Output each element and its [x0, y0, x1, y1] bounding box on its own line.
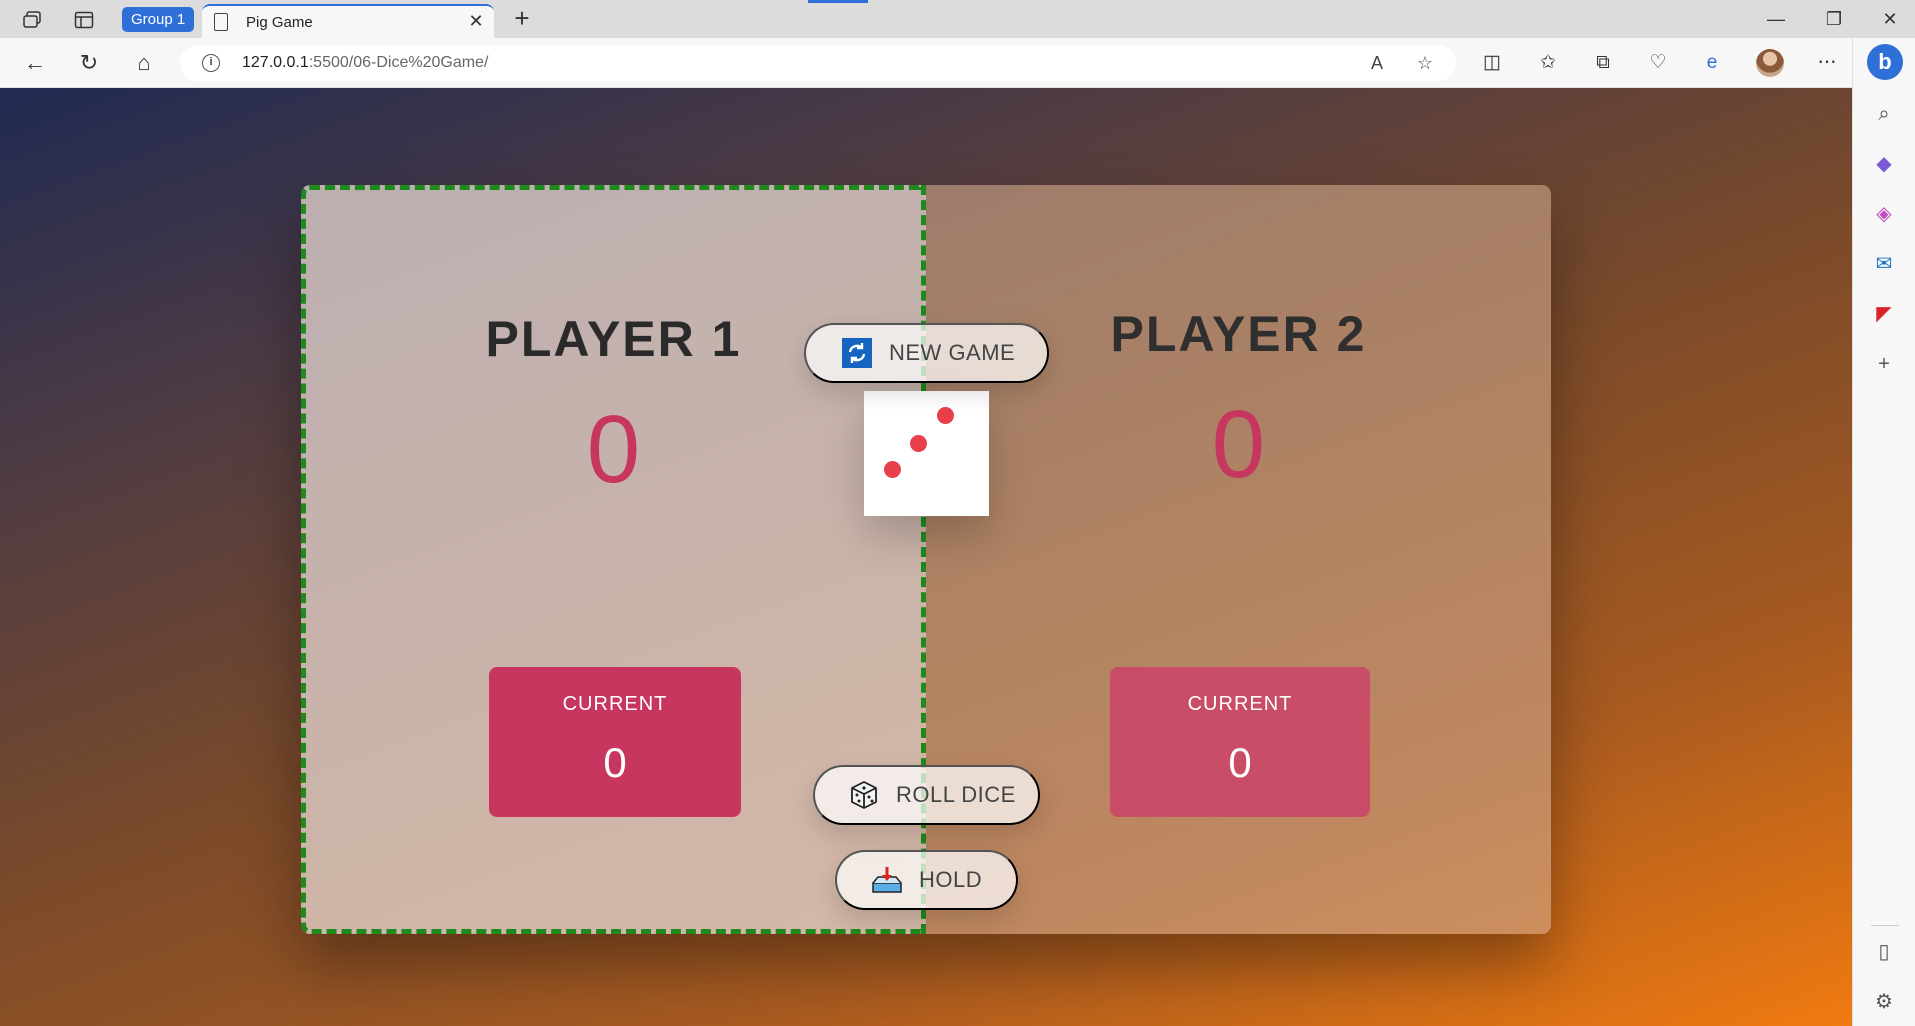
address-bar[interactable]: i 127.0.0.1:5500/06-Dice%20Game/ A ☆ [180, 45, 1456, 81]
minimize-icon[interactable]: — [1762, 6, 1790, 32]
internet-explorer-mode-icon[interactable]: e [1698, 49, 1726, 77]
refresh-icon [840, 336, 874, 370]
player-2-current-score: 0 [1228, 739, 1252, 786]
dice-pip [910, 435, 927, 452]
url-host: 127.0.0.1 [242, 54, 309, 71]
new-game-button[interactable]: NEW GAME [804, 323, 1049, 383]
edge-sidebar: b ⌕ ◆ ◈ ✉ ◤ + ▯ ⚙ [1852, 38, 1915, 1026]
hold-label: HOLD [919, 867, 983, 892]
inbox-tray-icon [870, 863, 904, 897]
url-text[interactable]: 127.0.0.1:5500/06-Dice%20Game/ [242, 54, 488, 72]
site-info-icon[interactable]: i [202, 54, 220, 72]
player-2-current-box: CURRENT 0 [1110, 667, 1370, 817]
new-tab-button[interactable]: + [510, 3, 534, 33]
back-icon[interactable]: ← [20, 49, 50, 77]
hide-sidebar-icon[interactable]: ▯ [1870, 938, 1898, 966]
add-sidebar-app-icon[interactable]: + [1870, 350, 1898, 378]
loading-strip [808, 0, 868, 3]
sidebar-divider [1871, 925, 1899, 926]
profile-avatar[interactable] [1756, 49, 1784, 77]
split-screen-icon[interactable]: ◫ [1478, 49, 1506, 77]
new-game-label: NEW GAME [889, 340, 1016, 365]
roll-dice-button[interactable]: ROLL DICE [813, 765, 1040, 825]
dice-pip [884, 461, 901, 478]
office-icon[interactable]: ◈ [1870, 200, 1898, 228]
read-aloud-icon[interactable]: A [1364, 51, 1390, 75]
search-icon[interactable]: ⌕ [1870, 100, 1898, 128]
page-viewport: PLAYER 1 0 CURRENT 0 PLAYER 2 0 CURRENT … [0, 88, 1852, 1026]
player-2-current-label: CURRENT [1187, 693, 1293, 715]
favorites-icon[interactable]: ✩ [1534, 49, 1562, 77]
page-icon [214, 13, 228, 31]
home-icon[interactable]: ⌂ [129, 49, 159, 77]
drop-icon[interactable]: ◤ [1870, 300, 1898, 328]
dice-face [864, 391, 989, 516]
player-1-score: 0 [586, 396, 641, 503]
player-1-current-score: 0 [603, 739, 627, 786]
shopping-tag-icon[interactable]: ◆ [1870, 150, 1898, 178]
collections-icon[interactable]: ⧉ [1589, 49, 1617, 77]
close-window-icon[interactable]: ✕ [1876, 6, 1904, 32]
hold-button[interactable]: HOLD [835, 850, 1018, 910]
player-2-score: 0 [1211, 391, 1266, 498]
url-path: :5500/06-Dice%20Game/ [308, 54, 489, 71]
player-1-current-label: CURRENT [562, 693, 668, 715]
browser-essentials-icon[interactable]: ♡ [1644, 49, 1672, 77]
bing-copilot-icon[interactable]: b [1867, 44, 1903, 80]
tab-close-icon[interactable]: ✕ [466, 11, 486, 31]
player-1-current-box: CURRENT 0 [489, 667, 741, 817]
tab-title: Pig Game [246, 14, 313, 31]
roll-dice-label: ROLL DICE [896, 782, 1016, 807]
restore-icon[interactable]: ❐ [1820, 6, 1848, 32]
more-options-icon[interactable]: ⋯ [1813, 49, 1841, 77]
tab-bar: Group 1 Pig Game ✕ + — ❐ ✕ [0, 0, 1915, 38]
pig-game-board: PLAYER 1 0 CURRENT 0 PLAYER 2 0 CURRENT … [301, 185, 1551, 934]
settings-gear-icon[interactable]: ⚙ [1870, 988, 1898, 1016]
tab-pig-game[interactable]: Pig Game ✕ [202, 4, 494, 38]
refresh-icon[interactable]: ↻ [74, 49, 104, 77]
dice-icon [847, 778, 881, 812]
outlook-icon[interactable]: ✉ [1870, 250, 1898, 278]
navigation-bar: ← ↻ ⌂ i 127.0.0.1:5500/06-Dice%20Game/ A… [0, 38, 1915, 88]
tab-group-chip[interactable]: Group 1 [122, 7, 195, 32]
workspaces-icon[interactable] [18, 7, 46, 33]
dice-pip [937, 407, 954, 424]
tab-actions-icon[interactable] [70, 7, 98, 33]
favorite-star-icon[interactable]: ☆ [1412, 51, 1438, 75]
